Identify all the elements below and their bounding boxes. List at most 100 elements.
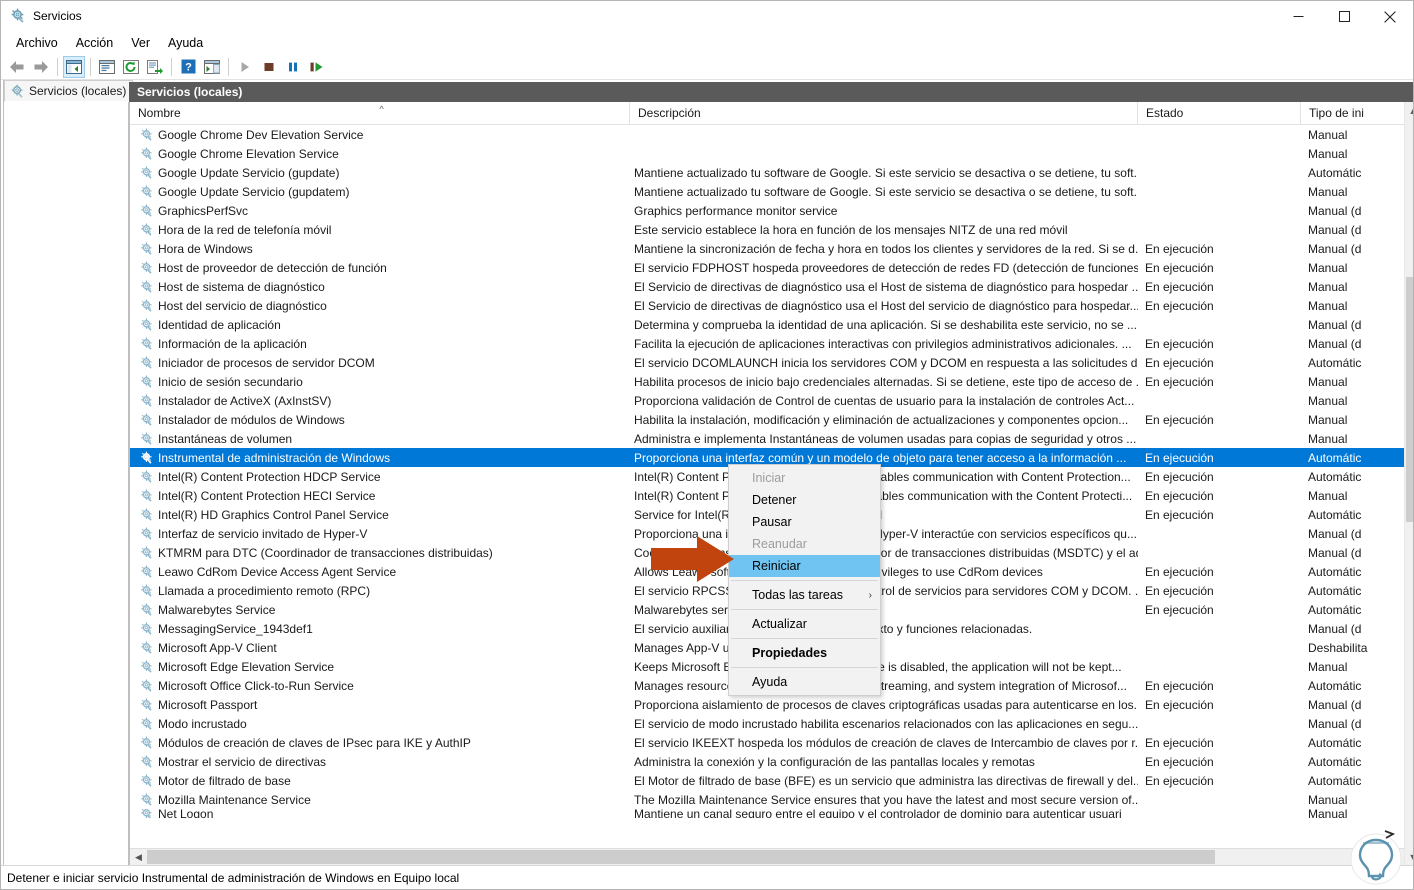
table-row[interactable]: Instalador de módulos de Windows Habilita… [130,410,1413,429]
restart-service-icon[interactable] [306,56,328,78]
table-row[interactable]: Identidad de aplicación Determina y compr… [130,315,1413,334]
table-row[interactable]: Iniciador de procesos de servidor DCOM El… [130,353,1413,372]
cell-descripcion: Service for Intel(R) HD Graphics Control… [634,507,882,522]
table-row[interactable]: Host de proveedor de detección de funció… [130,258,1413,277]
menu-accion[interactable]: Acción [67,34,123,53]
table-row[interactable]: Google Chrome Dev Elevation Service Manua… [130,125,1413,144]
stop-service-icon[interactable] [258,56,280,78]
context-menu-item-label: Detener [752,493,797,507]
service-name-text: Microsoft Edge Elevation Service [158,659,335,674]
table-row[interactable]: Mozilla Maintenance Service The Mozilla M… [130,790,1413,809]
table-row[interactable]: Net Logon Mantiene un canal seguro entre … [130,809,1413,818]
context-menu-item-ayuda[interactable]: Ayuda [729,671,880,693]
pause-service-icon[interactable] [282,56,304,78]
cell-descripcion: Mantiene la sincronización de fecha y ho… [634,241,1138,256]
cell-nombre: Inicio de sesión secundario [130,375,630,389]
service-gear-icon [140,660,154,674]
cell-estado: En ejecución [1145,336,1214,351]
table-row[interactable]: Google Chrome Elevation Service Manual [130,144,1413,163]
column-header-descripcion[interactable]: Descripción [630,102,1138,124]
cell-tipo-inicio: Manual [1308,146,1348,161]
service-name-text: Intel(R) HD Graphics Control Panel Servi… [158,507,389,522]
vscroll-thumb[interactable] [1406,277,1413,522]
hscroll-thumb[interactable] [147,850,1216,864]
cell-nombre: Google Chrome Dev Elevation Service [130,128,630,142]
context-menu-item-propiedades[interactable]: Propiedades [729,642,880,664]
cell-nombre: Leawo CdRom Device Access Agent Service [130,565,630,579]
scroll-up-icon[interactable]: ▲ [1405,102,1413,119]
help-icon[interactable]: ? [177,56,199,78]
table-row[interactable]: Modo incrustado El servicio de modo incru… [130,714,1413,733]
cell-tipo-inicio: Manual [1308,127,1348,142]
table-row[interactable]: Motor de filtrado de base El Motor de fil… [130,771,1413,790]
main-split: Servicios (locales) ◀ ▶ Servicios (local… [1,80,1413,886]
cell-descripcion: The Mozilla Maintenance Service ensures … [634,792,1138,807]
start-service-icon[interactable] [234,56,256,78]
list-hscrollbar[interactable]: ◀ ▶ [130,848,1413,865]
table-row[interactable]: Instalador de ActiveX (AxInstSV) Proporci… [130,391,1413,410]
scroll-left-icon[interactable]: ◀ [130,849,147,865]
menu-ayuda[interactable]: Ayuda [159,34,212,53]
context-menu-item-todas-las-tareas[interactable]: Todas las tareas › [729,584,880,606]
cell-descripcion: Mantiene actualizado tu software de Goog… [634,184,1138,199]
service-gear-icon [140,185,154,199]
column-header-nombre[interactable]: Nombre ^ [130,102,630,124]
service-gear-icon [140,622,154,636]
forward-icon[interactable] [30,56,52,78]
sidebar-item-services-local[interactable]: Servicios (locales) [4,80,134,102]
refresh-icon[interactable] [120,56,142,78]
table-row[interactable]: Microsoft Passport Proporciona aislamient… [130,695,1413,714]
services-gear-icon [10,84,25,99]
table-row[interactable]: Información de la aplicación Facilita la … [130,334,1413,353]
hscroll-track[interactable] [147,849,1404,865]
cell-nombre: Iniciador de procesos de servidor DCOM [130,356,630,370]
service-gear-icon [140,337,154,351]
cell-nombre: Instrumental de administración de Window… [130,451,630,465]
service-name-text: KTMRM para DTC (Coordinador de transacci… [158,545,493,560]
cell-tipo-inicio: Automátic [1308,165,1362,180]
cell-nombre: Mostrar el servicio de directivas [130,755,630,769]
context-menu-item-pausar[interactable]: Pausar [729,511,880,533]
cell-estado: En ejecución [1145,298,1214,313]
service-gear-icon [140,736,154,750]
context-menu-item-actualizar[interactable]: Actualizar [729,613,880,635]
table-row[interactable]: Host del servicio de diagnóstico El Servi… [130,296,1413,315]
table-row[interactable]: GraphicsPerfSvc Graphics performance moni… [130,201,1413,220]
table-row[interactable]: Mostrar el servicio de directivas Adminis… [130,752,1413,771]
cell-estado: En ejecución [1145,735,1214,750]
service-gear-icon [140,603,154,617]
back-icon[interactable] [6,56,28,78]
close-button[interactable] [1367,1,1413,32]
list-vscrollbar[interactable]: ▲ ▼ [1404,102,1413,865]
cell-nombre: Mozilla Maintenance Service [130,793,630,807]
properties-window-icon[interactable] [96,56,118,78]
service-gear-icon [140,299,154,313]
column-header-estado[interactable]: Estado [1138,102,1301,124]
table-row[interactable]: Instantáneas de volumen Administra e impl… [130,429,1413,448]
table-row[interactable]: Módulos de creación de claves de IPsec p… [130,733,1413,752]
table-row[interactable]: Host de sistema de diagnóstico El Servici… [130,277,1413,296]
context-menu-item-detener[interactable]: Detener [729,489,880,511]
table-row[interactable]: Inicio de sesión secundario Habilita proc… [130,372,1413,391]
cell-descripcion: Mantiene actualizado tu software de Goog… [634,165,1138,180]
table-row[interactable]: Hora de la red de telefonía móvil Este se… [130,220,1413,239]
show-hide-tree-icon[interactable] [63,55,85,78]
cell-descripcion: Determina y comprueba la identidad de un… [634,317,1137,332]
cell-nombre: Hora de Windows [130,242,630,256]
tree-body[interactable] [4,102,128,868]
show-action-pane-icon[interactable] [201,56,223,78]
table-row[interactable]: Hora de Windows Mantiene la sincronizació… [130,239,1413,258]
minimize-button[interactable] [1275,1,1321,32]
export-list-icon[interactable] [144,56,166,78]
context-menu-item-reiniciar[interactable]: Reiniciar [729,555,880,577]
table-row[interactable]: Google Update Servicio (gupdatem) Mantien… [130,182,1413,201]
cell-tipo-inicio: Automátic [1308,678,1362,693]
column-header-tipo-inicio[interactable]: Tipo de ini [1301,102,1413,124]
cell-tipo-inicio: Manual (d [1308,203,1362,218]
menu-ver[interactable]: Ver [122,34,159,53]
table-row[interactable]: Google Update Servicio (gupdate) Mantiene… [130,163,1413,182]
menu-archivo[interactable]: Archivo [7,34,67,53]
svg-text:?: ? [185,62,192,74]
service-gear-icon [140,565,154,579]
maximize-button[interactable] [1321,1,1367,32]
